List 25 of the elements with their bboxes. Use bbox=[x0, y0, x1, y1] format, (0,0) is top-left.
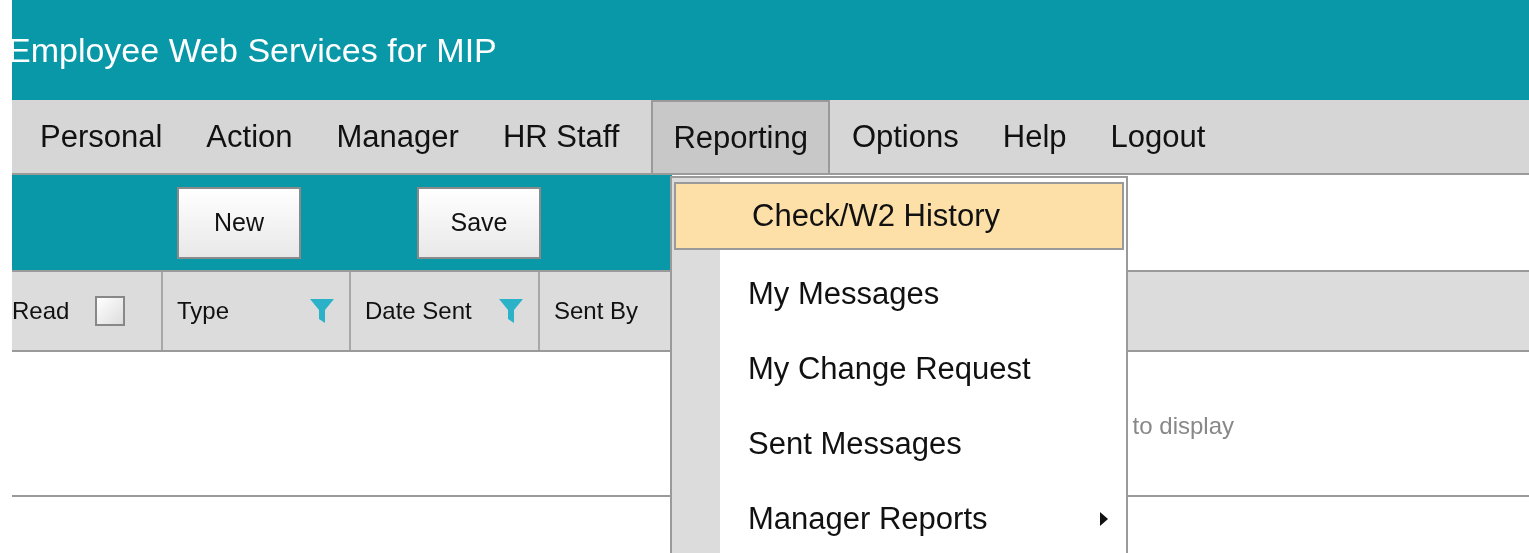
filter-icon[interactable] bbox=[498, 297, 524, 325]
empty-message: to display bbox=[1132, 411, 1234, 440]
column-header[interactable]: Sent By bbox=[554, 297, 639, 325]
menu-item[interactable]: My Messages bbox=[672, 256, 1126, 331]
menu-tab[interactable]: Manager bbox=[314, 100, 481, 173]
column-header[interactable]: Date Sent bbox=[365, 297, 472, 325]
checkbox[interactable] bbox=[95, 296, 125, 326]
menu-item[interactable]: Manager Reports bbox=[672, 481, 1126, 553]
menu-item[interactable]: Sent Messages bbox=[672, 406, 1126, 481]
app-title: Employee Web Services for MIP bbox=[8, 30, 497, 70]
menu-item[interactable]: My Change Request bbox=[672, 331, 1126, 406]
column-header[interactable]: Type bbox=[177, 297, 230, 325]
menu-tab[interactable]: Logout bbox=[1088, 100, 1228, 173]
filter-icon[interactable] bbox=[309, 297, 335, 325]
menu-tab[interactable]: Options bbox=[829, 100, 981, 173]
menu-tab[interactable]: Reporting bbox=[651, 100, 830, 173]
menu-tab[interactable]: Help bbox=[980, 100, 1089, 173]
toolbar-button[interactable]: Save bbox=[417, 186, 541, 259]
menu-tab[interactable]: Personal bbox=[18, 100, 185, 173]
submenu-arrow-icon bbox=[1100, 511, 1108, 526]
toolbar-button[interactable]: New bbox=[177, 186, 301, 259]
column-header[interactable]: Read bbox=[12, 297, 70, 325]
menu-tab[interactable]: HR Staff bbox=[480, 100, 642, 173]
menu-tab[interactable]: Action bbox=[184, 100, 315, 173]
menu-item[interactable]: Check/W2 History bbox=[674, 182, 1124, 250]
